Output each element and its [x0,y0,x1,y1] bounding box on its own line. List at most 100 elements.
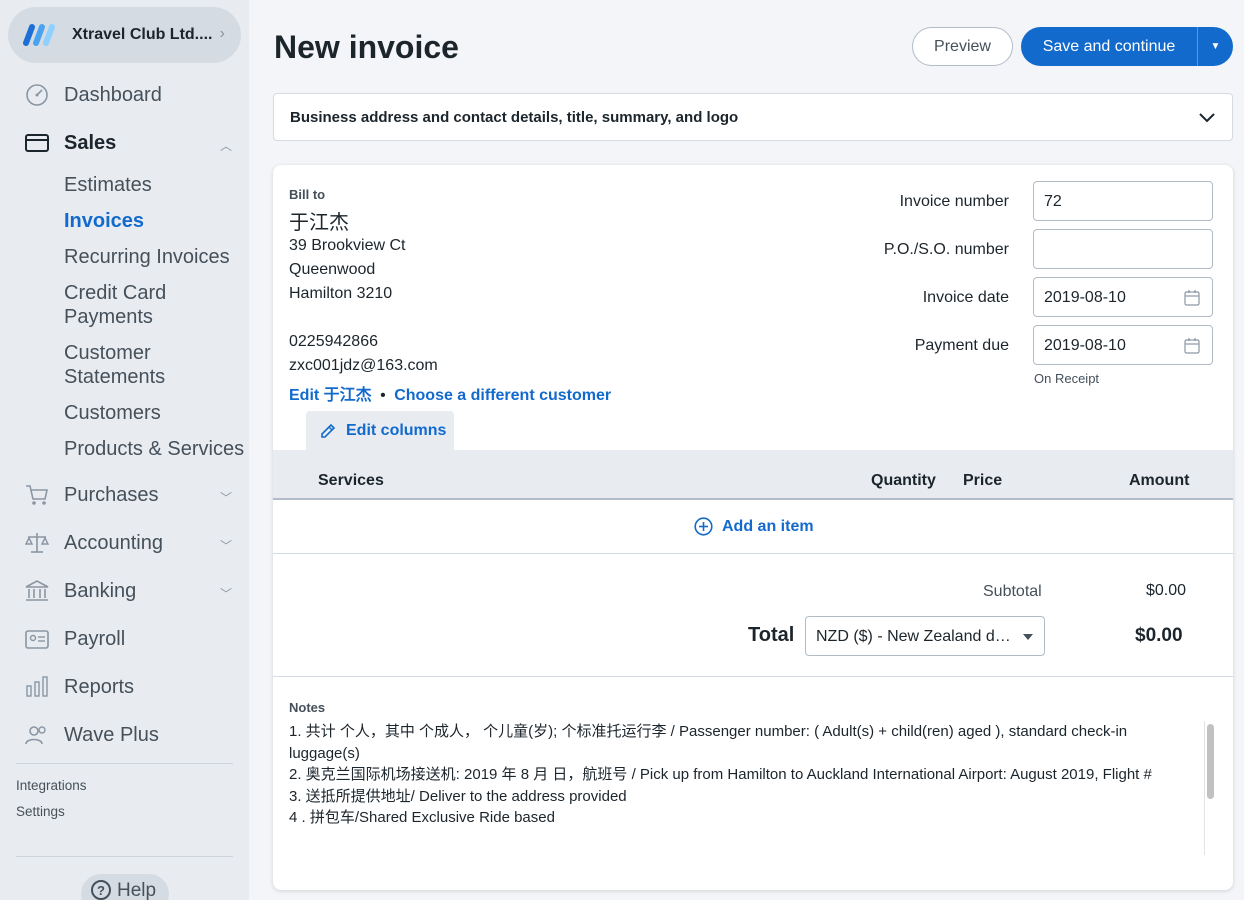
sidebar-item-customers[interactable]: Customers [64,401,161,425]
items-table-header: Services Quantity Price Amount [273,450,1233,500]
nav-sales[interactable]: Sales [24,128,116,158]
notes-label: Notes [289,700,326,715]
payment-due-note: On Receipt [1034,371,1100,386]
nav-label: Payroll [64,627,126,650]
nav-banking[interactable]: Banking [24,576,136,606]
sidebar-link-settings[interactable]: Settings [16,804,65,819]
help-button[interactable]: ? Help [81,874,169,900]
save-and-continue-button[interactable]: Save and continue ▼ [1021,27,1233,66]
payroll-icon [25,630,49,649]
bill-to-label: Bill to [289,187,326,202]
invoice-card: Bill to 于江杰 39 Brookview Ct Queenwood Ha… [273,165,1233,890]
people-icon [25,726,46,745]
preview-button[interactable]: Preview [912,27,1013,66]
totals-divider [273,676,1233,677]
accordion-label: Business address and contact details, ti… [290,109,739,126]
edit-columns-button[interactable]: Edit columns [306,411,454,451]
invoice-date-input[interactable]: 2019-08-10 [1033,277,1213,317]
edit-customer-link[interactable]: Edit 于江杰 [289,387,372,404]
notes-scrollbar-thumb[interactable] [1207,724,1214,799]
plus-circle-icon [694,517,713,536]
pencil-icon [321,423,336,438]
help-label: Help [117,880,157,900]
wave-logo-icon [23,24,55,46]
sidebar-item-estimates[interactable]: Estimates [64,173,152,197]
link-separator: • [380,387,386,404]
nav-label: Sales [64,131,117,154]
notes-line: 3. 送抵所提供地址/ Deliver to the address provi… [289,787,627,805]
sidebar-divider [16,763,233,764]
nav-payroll[interactable]: Payroll [24,624,125,654]
nav-wave-plus[interactable]: Wave Plus [24,720,159,750]
choose-customer-link[interactable]: Choose a different customer [394,387,611,404]
nav-label: Reports [64,675,135,698]
chevron-down-icon[interactable]: ﹀ [220,537,232,554]
customer-actions: Edit 于江杰 • Choose a different customer [289,381,611,405]
invoice-date-label: Invoice date [922,289,1009,306]
scale-icon [24,533,50,553]
business-switcher[interactable]: Xtravel Club Ltd.... › [8,7,241,63]
save-label: Save and continue [1042,37,1176,55]
sidebar-divider [16,856,233,857]
subtotal-label: Subtotal [983,583,1042,600]
notes-line: 2. 奥克兰国际机场接送机: 2019 年 8 月 日，航班号 / Pick u… [289,766,1152,783]
dashboard-icon [26,84,48,106]
column-services: Services [318,472,384,489]
calendar-icon[interactable] [1184,337,1200,354]
caret-down-icon[interactable]: ▼ [1198,41,1233,52]
notes-textarea[interactable]: 1. 共计 个人，其中 个成人， 个儿童(岁); 个标准托运行李 / Passe… [289,721,1217,855]
sales-icon [25,134,49,152]
customer-address-line1: 39 Brookview Ct [289,237,406,254]
column-price: Price [963,472,1003,489]
chevron-up-icon[interactable]: ︿ [220,137,232,154]
customer-phone: 0225942866 [289,333,378,350]
reports-icon [26,676,48,697]
sidebar-link-integrations[interactable]: Integrations [16,778,87,793]
nav-label: Purchases [64,483,159,506]
add-item-button[interactable]: Add an item [694,517,814,536]
customer-address-line2: Queenwood [289,261,376,278]
add-item-label: Add an item [722,517,814,535]
nav-reports[interactable]: Reports [24,672,134,702]
nav-purchases[interactable]: Purchases [24,480,159,510]
nav-label: Accounting [64,531,163,554]
sidebar-item-customer-statements[interactable]: Customer Statements [64,341,165,389]
sidebar-item-credit-card-payments[interactable]: Credit Card Payments [64,281,166,329]
customer-name: 于江杰 [289,212,349,234]
currency-select[interactable]: NZD ($) - New Zealand dollar [805,616,1045,656]
sidebar-item-recurring-invoices[interactable]: Recurring Invoices [64,245,230,269]
invoice-number-input[interactable]: 72 [1033,181,1213,221]
notes-line: 4 . 拼包车/Shared Exclusive Ride based [289,809,555,826]
question-icon: ? [91,880,111,900]
notes-line: 1. 共计 个人，其中 个成人， 个儿童(岁); 个标准托运行李 / Passe… [289,723,1128,762]
customer-address-line3: Hamilton 3210 [289,285,393,302]
sidebar-item-invoices[interactable]: Invoices [64,209,144,233]
po-number-input[interactable] [1033,229,1213,269]
nav-accounting[interactable]: Accounting [24,528,163,558]
payment-due-label: Payment due [914,337,1009,354]
chevron-down-icon[interactable]: ﹀ [220,489,232,506]
customer-email: zxc001jdz@163.com [289,357,438,374]
currency-value: NZD ($) - New Zealand dollar [816,628,1016,645]
total-label: Total [748,624,795,646]
nav-label: Banking [64,579,137,602]
caret-down-icon [1023,634,1033,640]
sidebar: Xtravel Club Ltd.... › Dashboard Sales ︿… [0,0,249,900]
invoice-date-value: 2019-08-10 [1044,289,1126,306]
page-title: New invoice [274,29,459,65]
chevron-down-icon [1199,113,1215,123]
invoice-number-label: Invoice number [899,193,1009,210]
nav-dashboard[interactable]: Dashboard [24,80,162,110]
business-name: Xtravel Club Ltd.... [72,26,213,43]
payment-due-value: 2019-08-10 [1044,337,1126,354]
chevron-right-icon: › [219,25,225,42]
business-details-accordion[interactable]: Business address and contact details, ti… [273,93,1233,141]
calendar-icon[interactable] [1184,289,1200,306]
payment-due-input[interactable]: 2019-08-10 [1033,325,1213,365]
column-amount: Amount [1129,472,1190,489]
add-item-row: Add an item [273,500,1233,554]
bank-icon [25,580,49,601]
chevron-down-icon[interactable]: ﹀ [220,585,232,602]
sidebar-item-products-services[interactable]: Products & Services [64,437,244,461]
edit-columns-label: Edit columns [346,422,447,439]
